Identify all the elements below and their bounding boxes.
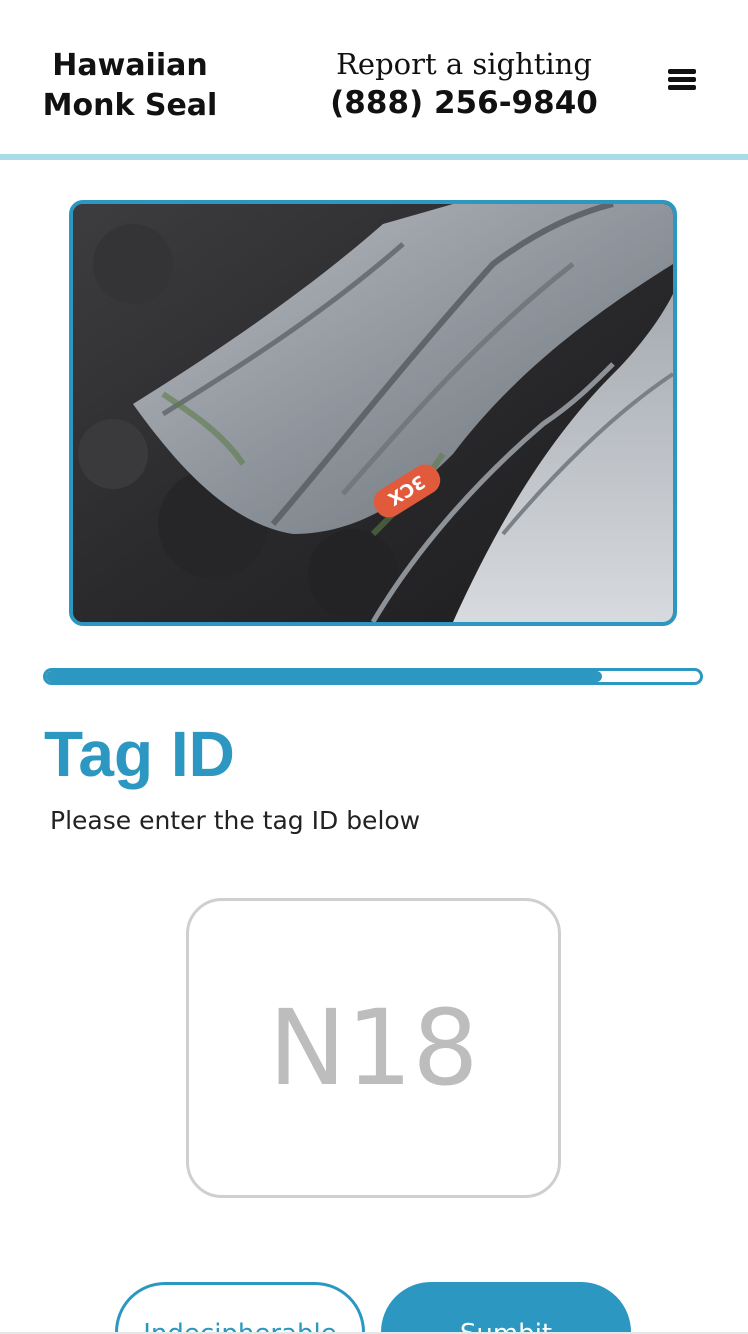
site-header: Hawaiian Monk Seal Report a sighting (88… (0, 0, 748, 160)
seal-flipper-image: 3CX (73, 204, 673, 622)
progress-fill (46, 671, 602, 682)
brand-line-1: Hawaiian (52, 48, 208, 83)
page-subtitle: Please enter the tag ID below (50, 806, 421, 835)
brand-logo[interactable]: Hawaiian Monk Seal (30, 46, 230, 126)
tag-id-field-box (186, 898, 561, 1198)
report-label: Report a sighting (336, 47, 592, 81)
seal-flipper-photo: 3CX (69, 200, 677, 626)
page-title: Tag ID (44, 718, 235, 790)
submit-button[interactable]: Sumbit (381, 1282, 631, 1334)
progress-bar (43, 668, 703, 685)
tag-id-input[interactable] (189, 901, 558, 1195)
brand-line-2: Monk Seal (42, 88, 218, 123)
report-phone-link[interactable]: (888) 256-9840 (316, 84, 612, 122)
indecipherable-button[interactable]: Indecipherable (115, 1282, 365, 1334)
hamburger-menu-icon[interactable] (664, 66, 700, 100)
report-sighting: Report a sighting (888) 256-9840 (316, 44, 612, 122)
